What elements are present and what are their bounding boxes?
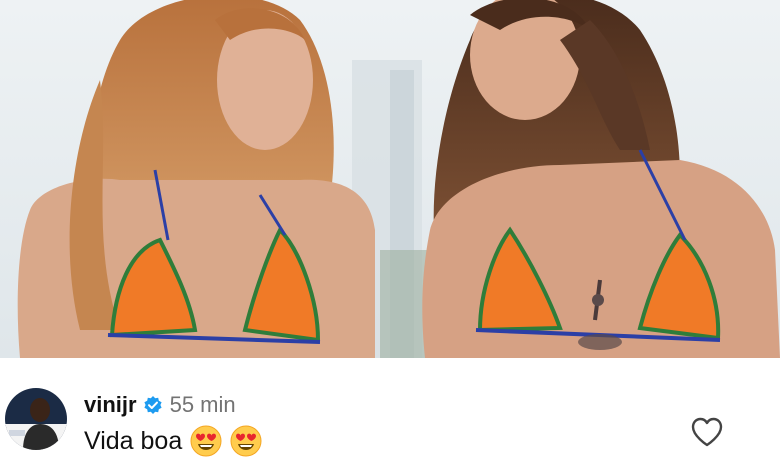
heart-outline-icon (691, 417, 723, 447)
post-photo-illustration (0, 0, 780, 358)
smiling-face-with-heart-eyes-icon (230, 425, 262, 457)
verified-badge-icon (143, 395, 163, 415)
post-photo[interactable] (0, 0, 780, 358)
comment-header: vinijr 55 min (84, 391, 236, 419)
comment-timestamp: 55 min (169, 392, 236, 417)
avatar[interactable] (5, 388, 67, 450)
like-button[interactable] (690, 416, 724, 448)
profile-avatar-icon (5, 388, 67, 450)
comment-row: vinijr 55 min Vida boa (0, 358, 780, 470)
comment-body: Vida boa (84, 424, 262, 458)
smiling-face-with-heart-eyes-icon (190, 425, 222, 457)
username-link[interactable]: vinijr (84, 392, 137, 418)
comment-text: Vida boa (84, 426, 183, 455)
